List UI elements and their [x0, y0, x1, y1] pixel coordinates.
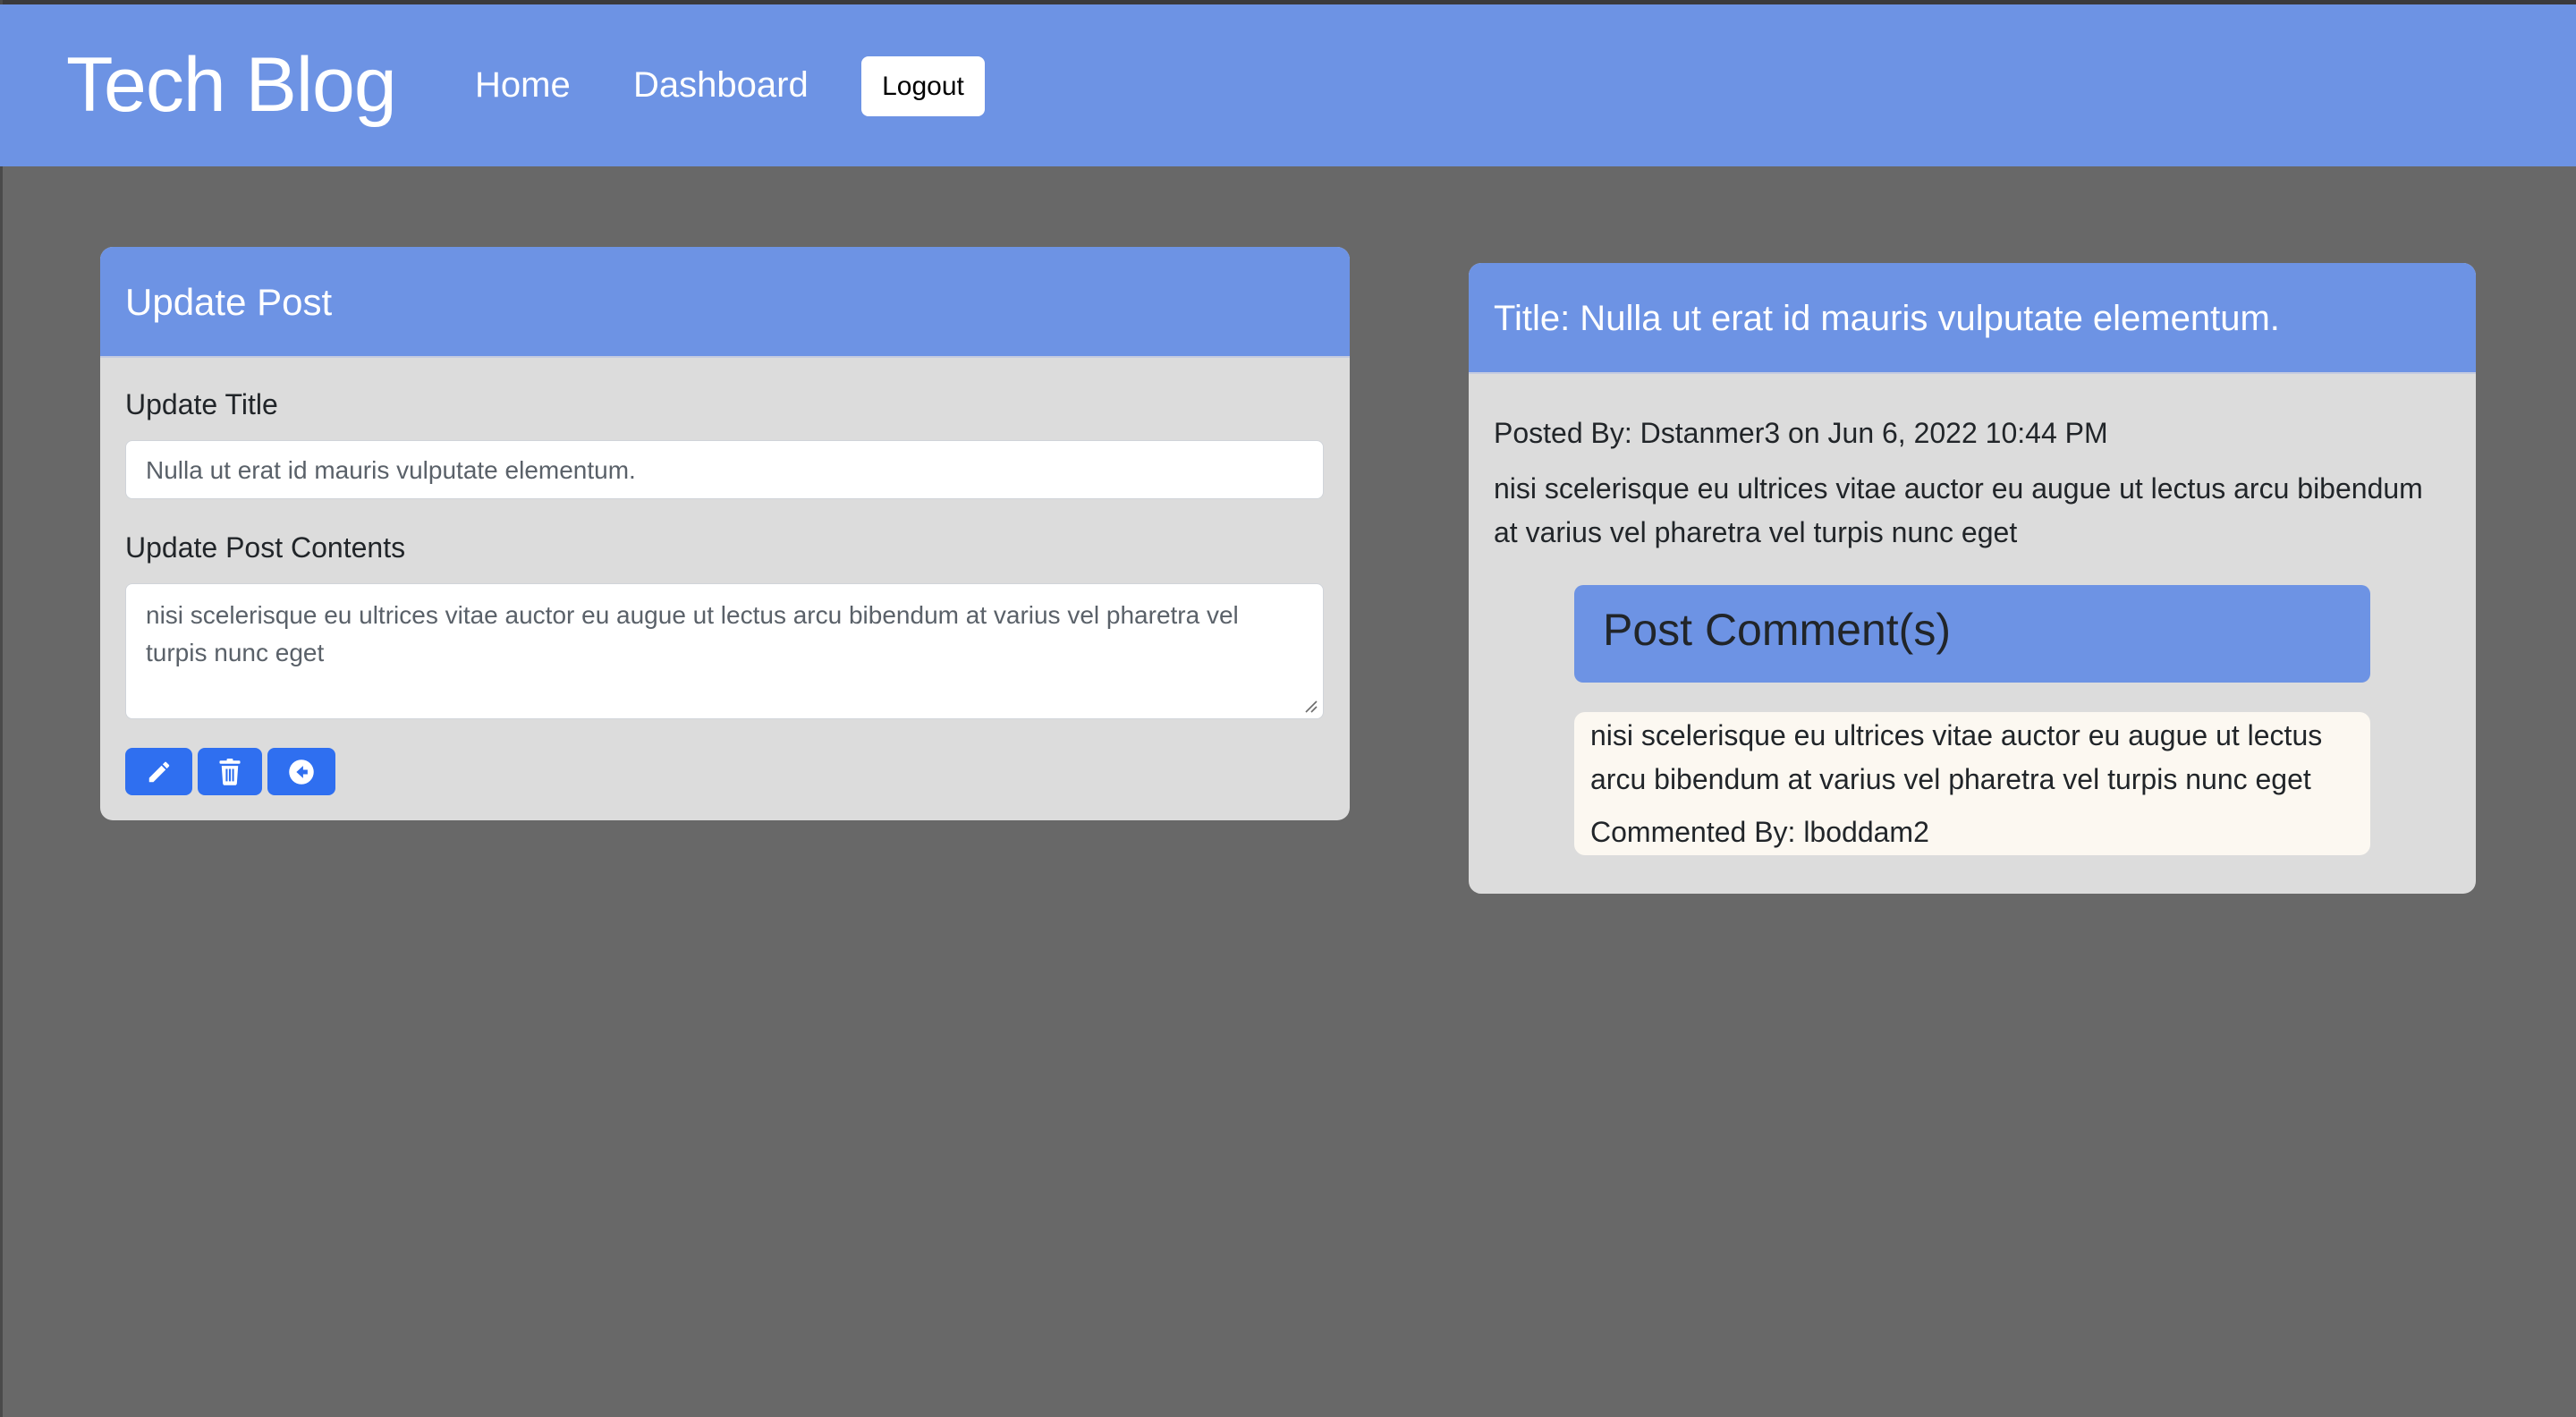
nav-home-link[interactable]: Home [475, 60, 571, 110]
update-title-label: Update Title [125, 388, 278, 420]
navbar: Tech Blog Home Dashboard Logout [0, 4, 2576, 166]
post-body: nisi scelerisque eu ultrices vitae aucto… [1494, 472, 2423, 548]
update-contents-label: Update Post Contents [125, 531, 406, 564]
edit-post-button[interactable] [125, 748, 192, 795]
arrow-left-circle-icon [289, 759, 314, 785]
update-title-input[interactable]: Nulla ut erat id mauris vulputate elemen… [125, 440, 1324, 499]
update-post-heading: Update Post [100, 247, 1350, 358]
comment-text: nisi scelerisque eu ultrices vitae aucto… [1590, 719, 2323, 795]
nav-dashboard-link[interactable]: Dashboard [633, 60, 809, 110]
post-title: Title: Nulla ut erat id mauris vulputate… [1469, 263, 2476, 374]
resize-handle-icon[interactable] [1303, 699, 1318, 713]
comment-item: nisi scelerisque eu ultrices vitae aucto… [1574, 712, 2370, 855]
back-button[interactable] [267, 748, 335, 795]
trash-icon [219, 758, 241, 785]
brand-title[interactable]: Tech Blog [66, 38, 397, 132]
pencil-icon [148, 761, 169, 782]
comment-author: Commented By: lboddam2 [1590, 816, 1929, 848]
window-left-border [0, 0, 3, 1417]
logout-button[interactable]: Logout [861, 56, 985, 116]
delete-post-button[interactable] [198, 748, 262, 795]
update-contents-text: nisi scelerisque eu ultrices vitae aucto… [146, 601, 1239, 666]
post-meta: Posted By: Dstanmer3 on Jun 6, 2022 10:4… [1494, 417, 2108, 449]
update-post-card: Update Post Update Title Nulla ut erat i… [100, 247, 1350, 820]
comments-heading: Post Comment(s) [1574, 585, 2370, 683]
post-action-buttons [125, 748, 335, 795]
post-detail-card: Title: Nulla ut erat id mauris vulputate… [1469, 263, 2476, 894]
update-contents-textarea[interactable]: nisi scelerisque eu ultrices vitae aucto… [125, 583, 1324, 719]
